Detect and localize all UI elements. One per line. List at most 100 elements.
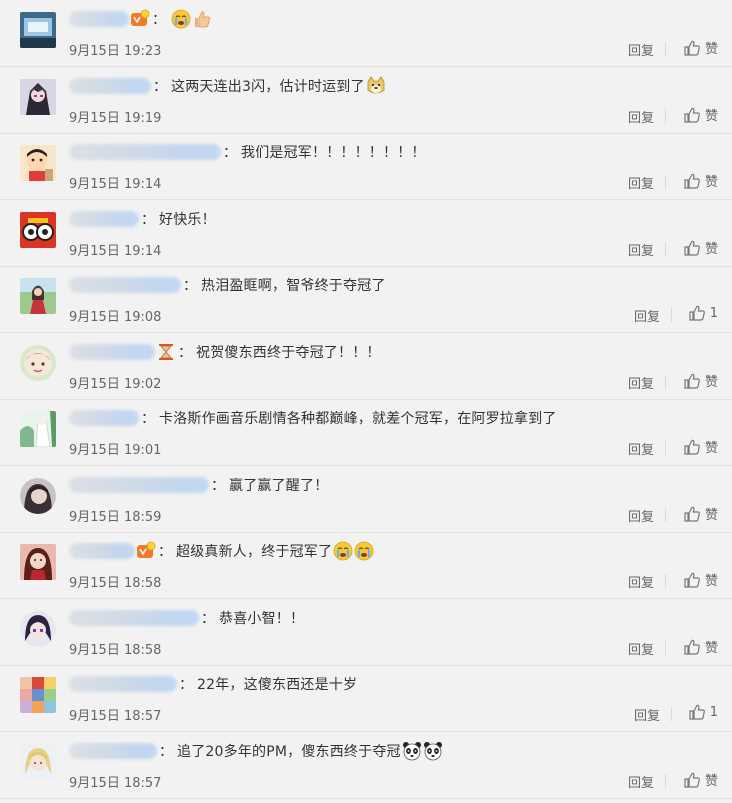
- comment-text: 我们是冠军！！！！！！！！: [241, 145, 426, 161]
- comment-timestamp: 9月15日 18:57: [69, 709, 162, 724]
- cry-emoji-icon: [171, 9, 191, 29]
- comment-content: ：恭喜小智！！: [69, 605, 304, 631]
- avatar[interactable]: [20, 79, 56, 115]
- reply-button[interactable]: 回复: [628, 772, 654, 791]
- comment-timestamp: 9月15日 19:14: [69, 177, 162, 192]
- comment-content: ：热泪盈眶啊，智爷终于夺冠了: [69, 272, 386, 298]
- username-blurred[interactable]: [69, 11, 129, 27]
- avatar[interactable]: [20, 544, 56, 580]
- reply-button[interactable]: 回复: [634, 705, 660, 724]
- comment-row: ：这两天连出3闪，估计时运到了 9月15日 19:19 回复 赞: [0, 67, 732, 134]
- username-blurred[interactable]: [69, 676, 177, 692]
- like-label: 赞: [704, 641, 718, 656]
- like-button[interactable]: 1: [688, 304, 718, 322]
- comment-row: ：好快乐！ 9月15日 19:14 回复 赞: [0, 200, 732, 267]
- like-button[interactable]: 赞: [683, 38, 718, 57]
- action-divider: [665, 641, 666, 655]
- action-divider: [665, 574, 666, 588]
- avatar[interactable]: [20, 677, 56, 713]
- reply-button[interactable]: 回复: [628, 240, 654, 259]
- thumbs-up-icon: [684, 439, 700, 455]
- like-button[interactable]: 赞: [683, 105, 718, 124]
- comment-timestamp: 9月15日 19:08: [69, 310, 162, 325]
- avatar[interactable]: [20, 478, 56, 514]
- thumbs-up-icon: [684, 40, 700, 56]
- comment-content: ：赢了赢了醒了！: [69, 472, 328, 498]
- like-button[interactable]: 赞: [683, 238, 718, 257]
- action-divider: [665, 375, 666, 389]
- like-button[interactable]: 赞: [683, 371, 718, 390]
- reply-button[interactable]: 回复: [628, 40, 654, 59]
- thumbs-up-icon: [684, 373, 700, 389]
- username-blurred[interactable]: [69, 78, 151, 94]
- like-button[interactable]: 赞: [683, 637, 718, 656]
- username-blurred[interactable]: [69, 477, 209, 493]
- reply-button[interactable]: 回复: [628, 107, 654, 126]
- avatar[interactable]: [20, 278, 56, 314]
- comment-row: ：热泪盈眶啊，智爷终于夺冠了 9月15日 19:08 回复 1: [0, 266, 732, 333]
- name-colon: ：: [178, 345, 192, 361]
- comment-content: ：这两天连出3闪，估计时运到了: [69, 73, 386, 99]
- username-blurred[interactable]: [69, 144, 221, 160]
- like-button[interactable]: 赞: [683, 504, 718, 523]
- comment-timestamp: 9月15日 19:23: [69, 44, 162, 59]
- comment-timestamp: 9月15日 18:58: [69, 643, 162, 658]
- reply-button[interactable]: 回复: [628, 373, 654, 392]
- comment-content: ：追了20多年的PM，傻东西终于夺冠: [69, 738, 443, 764]
- username-blurred[interactable]: [69, 410, 139, 426]
- action-divider: [665, 242, 666, 256]
- cry-emoji-icon: [354, 541, 374, 561]
- name-colon: ：: [183, 278, 197, 294]
- like-button[interactable]: 赞: [683, 770, 718, 789]
- reply-button[interactable]: 回复: [634, 306, 660, 325]
- comment-row: ：赢了赢了醒了！ 9月15日 18:59 回复 赞: [0, 466, 732, 533]
- username-blurred[interactable]: [69, 743, 157, 759]
- reply-button[interactable]: 回复: [628, 173, 654, 192]
- vip-badge-icon: [130, 9, 150, 29]
- avatar[interactable]: [20, 611, 56, 647]
- name-colon: ：: [223, 145, 237, 161]
- username-blurred[interactable]: [69, 277, 181, 293]
- doge-emoji-icon: [366, 76, 386, 96]
- avatar[interactable]: [20, 145, 56, 181]
- like-count: 1: [709, 704, 718, 720]
- action-divider: [665, 508, 666, 522]
- comment-timestamp: 9月15日 19:01: [69, 443, 162, 458]
- reply-button[interactable]: 回复: [628, 439, 654, 458]
- username-blurred[interactable]: [69, 610, 199, 626]
- action-divider: [665, 441, 666, 455]
- thumbs-up-icon: [684, 506, 700, 522]
- comment-row: ：超级真新人，终于冠军了 9月15日 18:58 回复 赞: [0, 532, 732, 599]
- avatar[interactable]: [20, 12, 56, 48]
- comment-content: ：好快乐！: [69, 206, 216, 232]
- username-blurred[interactable]: [69, 344, 155, 360]
- like-button[interactable]: 1: [688, 703, 718, 721]
- avatar[interactable]: [20, 345, 56, 381]
- like-button[interactable]: 赞: [683, 437, 718, 456]
- username-blurred[interactable]: [69, 211, 139, 227]
- comment-row: ：恭喜小智！！ 9月15日 18:58 回复 赞: [0, 599, 732, 666]
- like-button[interactable]: 赞: [683, 171, 718, 190]
- name-colon: ：: [179, 677, 193, 693]
- comment-list: ： 9月15日 19:23 回复赞：这两天连出3闪，估计时运到了 9月15日 19:1…: [0, 0, 732, 803]
- avatar[interactable]: [20, 744, 56, 780]
- comment-content: ：: [69, 6, 212, 32]
- username-blurred[interactable]: [69, 543, 135, 559]
- like-button[interactable]: 赞: [683, 570, 718, 589]
- thumbs-up-icon: [684, 240, 700, 256]
- comment-row: ：追了20多年的PM，傻东西终于夺冠 9月15日 18:57 回复 赞: [0, 732, 732, 799]
- comment-timestamp: 9月15日 18:58: [69, 576, 162, 591]
- comment-row: ：卡洛斯作画音乐剧情各种都巅峰，就差个冠军，在阿罗拉拿到了 9月15日 19:01…: [0, 399, 732, 466]
- comment-content: ： 22年，这傻东西还是十岁: [69, 671, 357, 697]
- thumbs-up-icon: [684, 639, 700, 655]
- like-label: 赞: [704, 508, 718, 523]
- reply-button[interactable]: 回复: [628, 506, 654, 525]
- reply-button[interactable]: 回复: [628, 639, 654, 658]
- reply-button[interactable]: 回复: [628, 572, 654, 591]
- comment-content: ：祝贺傻东西终于夺冠了！！！: [69, 339, 381, 365]
- avatar[interactable]: [20, 411, 56, 447]
- comment-row: ： 9月15日 19:23 回复 赞: [0, 0, 732, 67]
- avatar[interactable]: [20, 212, 56, 248]
- action-divider: [671, 308, 672, 322]
- like-label: 赞: [704, 242, 718, 257]
